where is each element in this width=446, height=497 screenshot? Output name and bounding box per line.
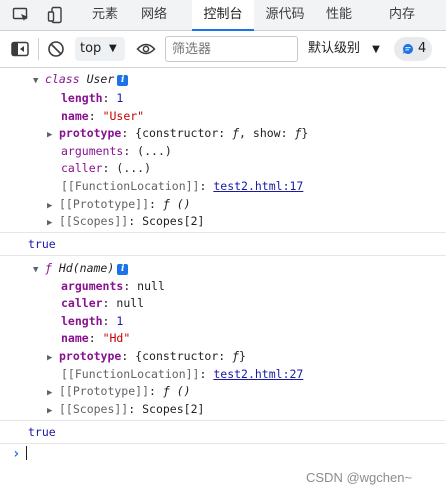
expand-arrow-icon[interactable]: ▼ <box>0 72 45 90</box>
object-name: User <box>86 72 115 86</box>
console-result: true <box>28 237 56 251</box>
property-row-expandable[interactable]: ▶ [[Prototype]]: ƒ () <box>0 382 446 400</box>
devtools-tab-bar: 元素 网络 控制台 源代码 性能 内存 <box>0 0 446 31</box>
tab-sources[interactable]: 源代码 <box>258 0 312 30</box>
live-expression-eye-icon[interactable] <box>136 42 156 56</box>
console-object-header[interactable]: ▼ ƒ Hd(name) i <box>0 259 446 277</box>
expand-arrow-icon[interactable]: ▶ <box>47 402 59 420</box>
property-row-expandable[interactable]: ▶ [[Scopes]]: Scopes[2] <box>0 212 446 230</box>
info-icon[interactable]: i <box>117 264 129 275</box>
inspect-element-icon[interactable] <box>12 6 30 24</box>
property-row-expandable[interactable]: ▶ prototype: {constructor: ƒ, show: ƒ} <box>0 124 446 142</box>
show-sidebar-icon[interactable] <box>11 41 29 57</box>
info-icon[interactable]: i <box>117 75 129 86</box>
tab-memory[interactable]: 内存 <box>380 0 424 30</box>
property-row[interactable]: caller: (...) <box>0 159 446 177</box>
console-divider <box>0 232 446 233</box>
property-row: arguments: null <box>61 279 165 293</box>
console-result: true <box>28 425 56 439</box>
tab-performance[interactable]: 性能 <box>318 0 360 30</box>
filter-input[interactable] <box>165 36 298 62</box>
tab-console[interactable]: 控制台 <box>192 0 254 31</box>
context-selector-value: top <box>80 41 102 56</box>
clear-console-icon[interactable] <box>47 40 65 58</box>
toolbar-divider <box>38 38 39 60</box>
source-link[interactable]: test2.html:27 <box>213 367 303 381</box>
tab-network[interactable]: 网络 <box>132 0 176 30</box>
text-caret <box>26 446 28 460</box>
watermark: CSDN @wgchen~ <box>306 470 413 485</box>
expand-arrow-icon[interactable]: ▶ <box>47 214 59 232</box>
property-row-expandable[interactable]: ▶ prototype: {constructor: ƒ} <box>0 347 446 365</box>
property-row: length: 1 <box>61 91 124 105</box>
property-row: [[FunctionLocation]]: test2.html:27 <box>61 367 304 381</box>
property-row: name: "Hd" <box>61 331 131 345</box>
device-toolbar-icon[interactable] <box>47 6 65 24</box>
log-levels-label: 默认级别 <box>308 41 361 56</box>
source-link[interactable]: test2.html:17 <box>213 179 303 193</box>
property-row-expandable[interactable]: ▶ [[Scopes]]: Scopes[2] <box>0 400 446 418</box>
prompt-chevron-icon: › <box>12 446 21 462</box>
issues-count: 4 <box>418 41 427 56</box>
console-prompt[interactable]: › <box>0 444 446 464</box>
property-row: name: "User" <box>61 109 145 123</box>
console-divider <box>0 255 446 256</box>
context-selector[interactable]: top ▼ <box>75 37 125 61</box>
tab-elements[interactable]: 元素 <box>84 0 126 30</box>
console-toolbar: top ▼ 默认级别 ▼ 4 <box>0 31 446 68</box>
function-name: Hd(name) <box>58 261 115 275</box>
console-object-header[interactable]: ▼ class User i <box>0 70 446 88</box>
property-row: caller: null <box>61 296 145 310</box>
property-row: [[FunctionLocation]]: test2.html:17 <box>61 179 304 193</box>
issues-counter-button[interactable]: 4 <box>394 37 432 61</box>
property-row[interactable]: arguments: (...) <box>0 142 446 160</box>
log-levels-dropdown[interactable]: 默认级别 ▼ <box>308 37 380 62</box>
console-divider <box>0 420 446 421</box>
chevron-down-icon: ▼ <box>109 43 117 54</box>
issue-message-icon <box>402 43 413 54</box>
property-row: length: 1 <box>61 314 124 328</box>
property-row-expandable[interactable]: ▶ [[Prototype]]: ƒ () <box>0 195 446 213</box>
chevron-down-icon: ▼ <box>372 44 380 55</box>
